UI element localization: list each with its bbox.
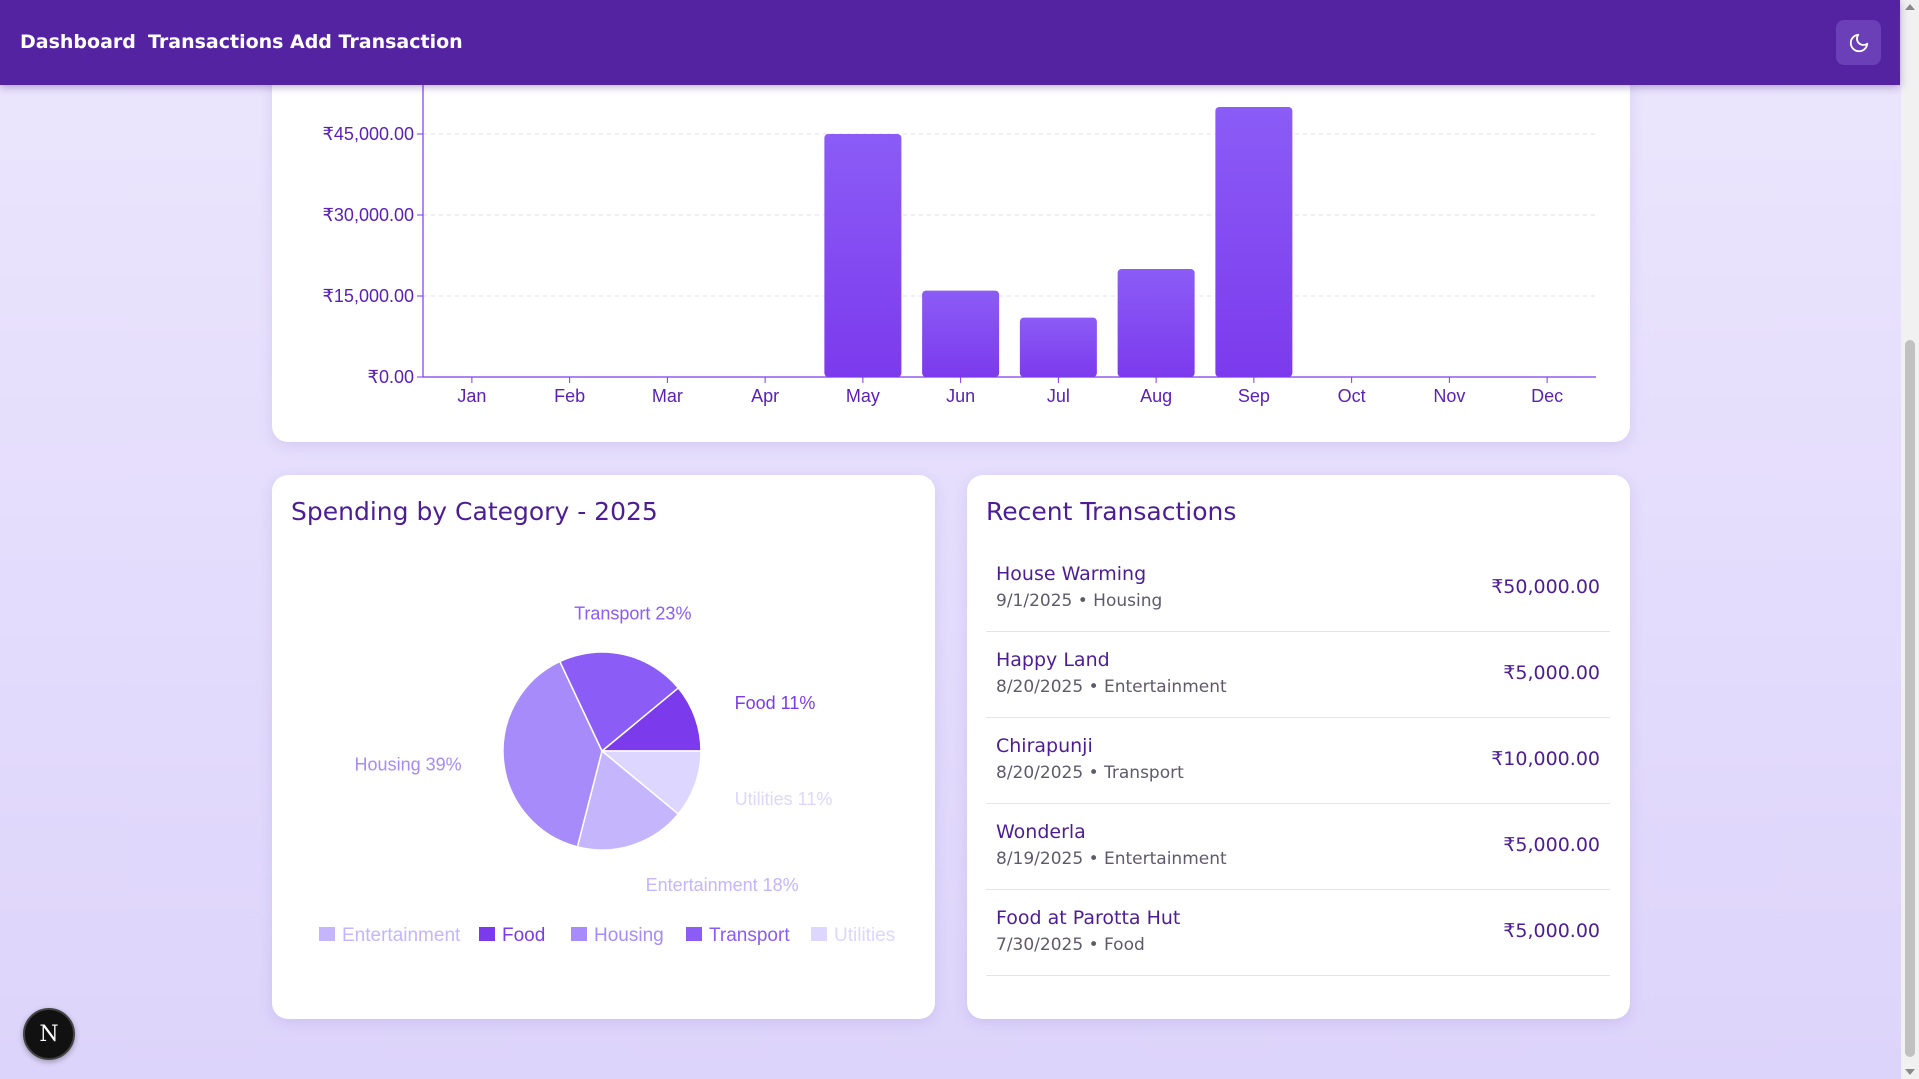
transaction-name: Happy Land — [996, 649, 1110, 671]
pie-label-food: Food 11% — [735, 693, 816, 713]
x-tick-label: Aug — [1140, 386, 1172, 406]
legend-swatch-utilities — [811, 927, 827, 941]
legend-label-entertainment[interactable]: Entertainment — [342, 925, 461, 946]
scrollbar-thumb[interactable] — [1905, 340, 1915, 1057]
nav-dashboard-link[interactable]: Dashboard — [20, 31, 136, 53]
dev-tools-badge[interactable]: N — [23, 1008, 75, 1060]
transaction-row[interactable]: Chirapunji 8/20/2025 • Transport ₹10,000… — [986, 717, 1610, 804]
scroll-down-arrow-icon[interactable] — [1905, 1069, 1915, 1075]
x-tick-label: Jan — [457, 386, 486, 406]
x-tick-label: Nov — [1433, 386, 1465, 406]
transaction-meta: 9/1/2025 • Housing — [996, 591, 1163, 611]
pie-label-entertainment: Entertainment 18% — [646, 875, 799, 895]
bar-sep[interactable] — [1215, 107, 1293, 377]
page-scrollbar[interactable] — [1901, 0, 1919, 1079]
transaction-name: Food at Parotta Hut — [996, 907, 1181, 929]
transaction-meta: 7/30/2025 • Food — [996, 935, 1145, 955]
legend-swatch-entertainment — [319, 927, 335, 941]
recent-transactions-title: Recent Transactions — [986, 497, 1237, 526]
pie-label-utilities: Utilities 11% — [735, 789, 833, 809]
x-tick-label: Dec — [1531, 386, 1563, 406]
bar-may[interactable] — [824, 134, 902, 377]
transaction-name: Chirapunji — [996, 735, 1093, 757]
transaction-meta: 8/20/2025 • Entertainment — [996, 677, 1227, 697]
bar-aug[interactable] — [1117, 269, 1195, 377]
legend-label-housing[interactable]: Housing — [594, 925, 664, 946]
legend-label-transport[interactable]: Transport — [709, 925, 790, 946]
bar-jun[interactable] — [922, 290, 1000, 377]
legend-label-food[interactable]: Food — [502, 925, 545, 946]
legend-swatch-housing — [571, 927, 587, 941]
y-tick-label: ₹45,000.00 — [322, 124, 414, 144]
bar-jul[interactable] — [1019, 317, 1097, 377]
nav-transactions-link[interactable]: Transactions — [148, 31, 283, 53]
y-tick-label: ₹15,000.00 — [322, 286, 414, 306]
category-spending-card: Spending by Category - 2025 Food 11% Util… — [272, 475, 935, 1019]
transaction-name: House Warming — [996, 563, 1147, 585]
theme-toggle-button[interactable] — [1836, 20, 1881, 65]
transaction-amount: ₹5,000.00 — [1503, 662, 1600, 684]
x-tick-label: Jun — [946, 386, 975, 406]
pie-label-housing: Housing 39% — [355, 754, 462, 774]
transaction-amount: ₹5,000.00 — [1503, 920, 1600, 942]
transaction-row[interactable]: Food at Parotta Hut 7/30/2025 • Food ₹5,… — [986, 889, 1610, 976]
category-pie-chart: Food 11% Utilities 11% Entertainment 18% Ho… — [319, 603, 895, 946]
top-navbar: Dashboard Transactions Add Transaction — [0, 0, 1900, 85]
transaction-amount: ₹10,000.00 — [1491, 748, 1600, 770]
legend-swatch-transport — [686, 927, 702, 941]
x-tick-label: May — [846, 386, 880, 406]
transaction-meta: 8/20/2025 • Transport — [996, 763, 1184, 783]
y-tick-label: ₹30,000.00 — [322, 205, 414, 225]
dev-badge-label: N — [39, 1021, 59, 1047]
x-tick-label: Feb — [554, 386, 585, 406]
transaction-amount: ₹50,000.00 — [1491, 576, 1600, 598]
x-tick-label: Oct — [1338, 386, 1366, 406]
transaction-row[interactable]: Happy Land 8/20/2025 • Entertainment ₹5,… — [986, 631, 1610, 718]
moon-icon — [1849, 33, 1868, 52]
scroll-up-arrow-icon[interactable] — [1905, 4, 1915, 10]
legend-label-utilities[interactable]: Utilities — [834, 925, 895, 946]
x-tick-label: Sep — [1238, 386, 1270, 406]
legend-swatch-food — [479, 927, 495, 941]
transaction-row[interactable]: Wonderla 8/19/2025 • Entertainment ₹5,00… — [986, 803, 1610, 890]
monthly-bar-chart: Jan Feb Mar Apr May Jun Jul Aug Sep Oct Nov Dec ₹0.… — [322, 60, 1596, 406]
pie-label-transport: Transport 23% — [574, 603, 691, 623]
transaction-row[interactable]: House Warming 9/1/2025 • Housing ₹50,000… — [986, 545, 1610, 632]
x-tick-label: Mar — [652, 386, 683, 406]
nav-add-transaction-link[interactable]: Add Transaction — [290, 31, 463, 53]
recent-transactions-card: Recent Transactions House Warming 9/1/20… — [967, 475, 1630, 1019]
transaction-amount: ₹5,000.00 — [1503, 834, 1600, 856]
x-tick-label: Apr — [751, 386, 779, 406]
y-tick-label: ₹0.00 — [368, 367, 415, 387]
x-tick-label: Jul — [1047, 386, 1070, 406]
monthly-spending-card: Jan Feb Mar Apr May Jun Jul Aug Sep Oct Nov Dec ₹0.… — [272, 60, 1630, 442]
transaction-name: Wonderla — [996, 821, 1086, 843]
transaction-meta: 8/19/2025 • Entertainment — [996, 849, 1227, 869]
